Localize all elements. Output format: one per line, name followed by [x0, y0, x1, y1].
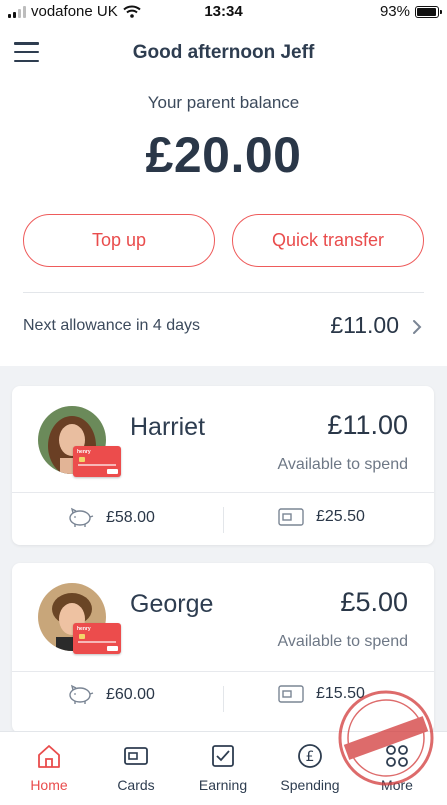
divider [12, 492, 434, 493]
next-allowance-label: Next allowance in 4 days [23, 317, 200, 334]
tab-label: More [381, 777, 413, 793]
card-icon [278, 685, 304, 703]
child-card-george[interactable]: henry George £5.00 Available to spend £6… [12, 563, 434, 731]
divider [23, 292, 424, 293]
bottom-tab-bar: Home Cards Earning £ Spending More [0, 731, 447, 805]
child-balance: £5.00 [340, 587, 408, 617]
tab-spending[interactable]: £ Spending [270, 742, 350, 802]
parent-balance-label: Your parent balance [147, 93, 300, 112]
divider [223, 686, 224, 712]
children-list: henry Harriet £11.00 Available to spend … [0, 366, 447, 731]
child-name: Harriet [130, 413, 206, 441]
tab-label: Earning [198, 777, 248, 793]
card-balance-stat[interactable]: £15.50 [278, 684, 365, 704]
tab-earning[interactable]: Earning [183, 742, 263, 802]
tab-home[interactable]: Home [9, 742, 89, 802]
app-header: Good afternoon Jeff [0, 38, 447, 68]
tab-label: Spending [280, 777, 340, 793]
child-card-image: henry [73, 446, 121, 477]
battery-percent: 93% [379, 3, 410, 20]
next-allowance-amount: £11.00 [330, 312, 399, 338]
parent-balance-amount: £20.00 [145, 127, 302, 183]
available-to-spend-label: Available to spend [277, 633, 408, 650]
savings-stat[interactable]: £60.00 [66, 684, 155, 706]
child-card-image: henry [73, 623, 121, 654]
card-balance-amount: £15.50 [316, 685, 365, 702]
chevron-right-icon [413, 320, 422, 334]
next-allowance-row[interactable]: Next allowance in 4 days £11.00 [0, 300, 447, 358]
grid-icon [386, 745, 408, 767]
child-card-harriet[interactable]: henry Harriet £11.00 Available to spend … [12, 386, 434, 545]
home-icon [38, 745, 60, 768]
savings-amount: £60.00 [106, 686, 155, 703]
svg-text:£: £ [306, 749, 315, 765]
divider [12, 671, 434, 672]
tab-label: Home [30, 777, 68, 793]
piggy-bank-icon [69, 684, 94, 704]
status-bar: vodafone UK 13:34 93% [0, 0, 447, 24]
savings-amount: £58.00 [106, 509, 155, 526]
card-balance-amount: £25.50 [316, 508, 365, 525]
divider [223, 507, 224, 533]
quick-transfer-button[interactable]: Quick transfer [232, 214, 424, 267]
card-balance-stat[interactable]: £25.50 [278, 507, 365, 527]
card-icon [124, 747, 148, 765]
child-name: George [130, 590, 214, 618]
battery-icon [415, 5, 442, 18]
tab-label: Cards [117, 777, 155, 793]
card-icon [278, 508, 304, 526]
status-right: 93% [379, 3, 442, 20]
available-to-spend-label: Available to spend [277, 456, 408, 473]
checkbox-icon [212, 745, 234, 767]
top-up-button[interactable]: Top up [23, 214, 215, 267]
pound-coin-icon: £ [298, 744, 322, 768]
child-balance: £11.00 [327, 410, 408, 440]
tab-cards[interactable]: Cards [96, 742, 176, 802]
piggy-bank-icon [69, 507, 94, 527]
greeting-title: Good afternoon Jeff [132, 42, 315, 63]
savings-stat[interactable]: £58.00 [66, 507, 155, 529]
tab-more[interactable]: More [357, 742, 437, 802]
